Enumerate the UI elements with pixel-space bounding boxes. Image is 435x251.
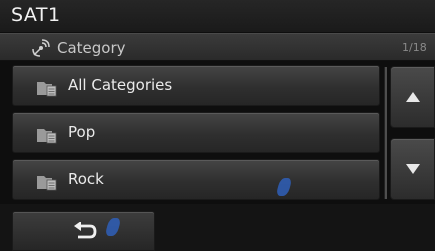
category-list: All Categories Pop Rock	[0, 62, 435, 204]
list-item-label: All Categories	[68, 76, 173, 94]
page-indicator: 1/18	[402, 41, 427, 54]
triangle-down-icon	[406, 164, 420, 174]
title-bar: SAT1	[0, 0, 435, 32]
page-title: SAT1	[11, 4, 61, 26]
category-label: Category	[57, 39, 126, 57]
scroll-up-button[interactable]	[390, 66, 435, 128]
list-item-label: Pop	[68, 123, 96, 141]
folder-icon	[37, 176, 57, 191]
back-button[interactable]	[12, 211, 155, 251]
satellite-icon	[32, 39, 50, 57]
list-item-pop[interactable]: Pop	[12, 112, 380, 153]
folder-icon	[37, 129, 57, 144]
category-header: Category 1/18	[0, 33, 435, 61]
scroll-down-button[interactable]	[390, 138, 435, 200]
folder-icon	[37, 82, 57, 97]
list-divider	[384, 67, 387, 199]
triangle-up-icon	[406, 92, 420, 102]
return-arrow-icon	[74, 222, 97, 239]
list-item-all-categories[interactable]: All Categories	[12, 65, 380, 106]
list-item-rock[interactable]: Rock	[12, 159, 380, 200]
list-item-label: Rock	[68, 170, 104, 188]
footer-bar	[0, 204, 435, 251]
